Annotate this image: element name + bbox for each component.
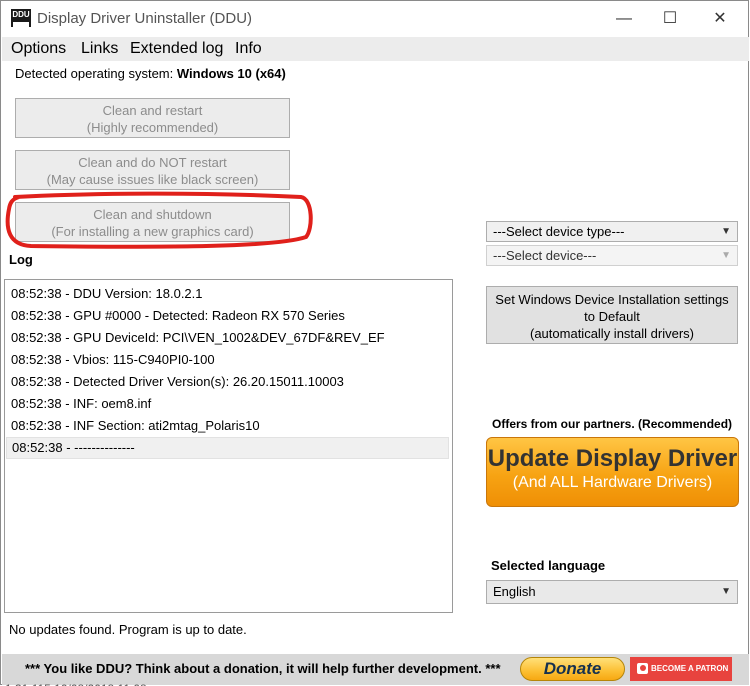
- log-entry[interactable]: 08:52:38 - DDU Version: 18.0.2.1: [11, 286, 203, 301]
- clean-and-restart-button[interactable]: Clean and restart (Highly recommended): [15, 98, 290, 138]
- menu-options[interactable]: Options: [11, 40, 66, 58]
- patreon-icon: [637, 663, 648, 674]
- menu-info[interactable]: Info: [235, 40, 262, 58]
- log-list[interactable]: 08:52:38 - DDU Version: 18.0.2.1 08:52:3…: [4, 279, 453, 613]
- clean-no-restart-button[interactable]: Clean and do NOT restart (May cause issu…: [15, 150, 290, 190]
- log-entry[interactable]: 08:52:38 - INF Section: ati2mtag_Polaris…: [11, 418, 260, 433]
- partners-label: Offers from our partners. (Recommended): [492, 417, 733, 431]
- language-select[interactable]: English ▼: [486, 580, 738, 604]
- update-display-driver-button[interactable]: Update Display Driver (And ALL Hardware …: [486, 437, 739, 507]
- background-text-clip: 1.31 115 10/08/2018 11:08: [5, 682, 147, 686]
- maximize-button[interactable]: ☐: [647, 1, 693, 37]
- donate-bar: *** You like DDU? Think about a donation…: [2, 654, 749, 685]
- become-patron-button[interactable]: BECOME A PATRON: [630, 657, 732, 681]
- clean-no-restart-line2: (May cause issues like black screen): [46, 172, 259, 187]
- donate-message: *** You like DDU? Think about a donation…: [25, 661, 501, 676]
- clean-and-shutdown-button[interactable]: Clean and shutdown (For installing a new…: [15, 202, 290, 242]
- close-button[interactable]: ✕: [697, 1, 743, 37]
- log-entry[interactable]: 08:52:38 - GPU DeviceId: PCI\VEN_1002&DE…: [11, 330, 385, 345]
- log-label: Log: [9, 252, 33, 267]
- device-select[interactable]: ---Select device--- ▼: [486, 245, 738, 266]
- log-entry[interactable]: 08:52:38 - Vbios: 115-C940PI0-100: [11, 352, 215, 367]
- title-bar: DDU Display Driver Uninstaller (DDU) — ☐…: [1, 1, 748, 37]
- menu-extended-log[interactable]: Extended log: [130, 40, 223, 58]
- set-windows-line2: to Default: [584, 309, 640, 324]
- detected-os: Detected operating system: Windows 10 (x…: [15, 66, 286, 81]
- ddu-app-icon: DDU: [11, 9, 31, 27]
- patron-label: BECOME A PATRON: [651, 664, 729, 673]
- clean-no-restart-line1: Clean and do NOT restart: [78, 155, 227, 170]
- set-windows-line3: (automatically install drivers): [530, 326, 694, 341]
- set-windows-line1: Set Windows Device Installation settings: [495, 292, 729, 307]
- os-value: Windows 10 (x64): [176, 66, 286, 81]
- update-status: No updates found. Program is up to date.: [9, 622, 247, 637]
- language-value: English: [493, 584, 536, 599]
- log-entry[interactable]: 08:52:38 - GPU #0000 - Detected: Radeon …: [11, 308, 345, 323]
- donate-button[interactable]: Donate: [520, 657, 625, 681]
- update-sub-text: (And ALL Hardware Drivers): [512, 474, 713, 491]
- clean-shutdown-line2: (For installing a new graphics card): [51, 224, 254, 239]
- chevron-down-icon: ▼: [721, 250, 731, 261]
- device-value: ---Select device---: [493, 248, 597, 263]
- update-main-text: Update Display Driver: [487, 445, 738, 472]
- menu-links[interactable]: Links: [81, 40, 118, 58]
- window-title: Display Driver Uninstaller (DDU): [37, 10, 253, 27]
- chevron-down-icon: ▼: [721, 586, 731, 597]
- set-windows-default-button[interactable]: Set Windows Device Installation settings…: [486, 286, 738, 344]
- app-icon-text: DDU: [12, 10, 30, 19]
- log-entry-selected[interactable]: 08:52:38 - --------------: [6, 437, 449, 459]
- minimize-button[interactable]: —: [601, 1, 647, 37]
- ddu-window: DDU Display Driver Uninstaller (DDU) — ☐…: [0, 0, 749, 686]
- log-entry[interactable]: 08:52:38 - INF: oem8.inf: [11, 396, 151, 411]
- menu-bar: Options Links Extended log Info: [2, 37, 749, 61]
- device-type-value: ---Select device type---: [493, 224, 625, 239]
- os-label: Detected operating system:: [15, 66, 174, 81]
- clean-restart-line1: Clean and restart: [102, 103, 203, 118]
- clean-shutdown-line1: Clean and shutdown: [93, 207, 212, 222]
- log-entry[interactable]: 08:52:38 - Detected Driver Version(s): 2…: [11, 374, 344, 389]
- clean-restart-line2: (Highly recommended): [86, 120, 219, 135]
- chevron-down-icon: ▼: [721, 226, 731, 237]
- language-label: Selected language: [491, 558, 606, 573]
- device-type-select[interactable]: ---Select device type--- ▼: [486, 221, 738, 242]
